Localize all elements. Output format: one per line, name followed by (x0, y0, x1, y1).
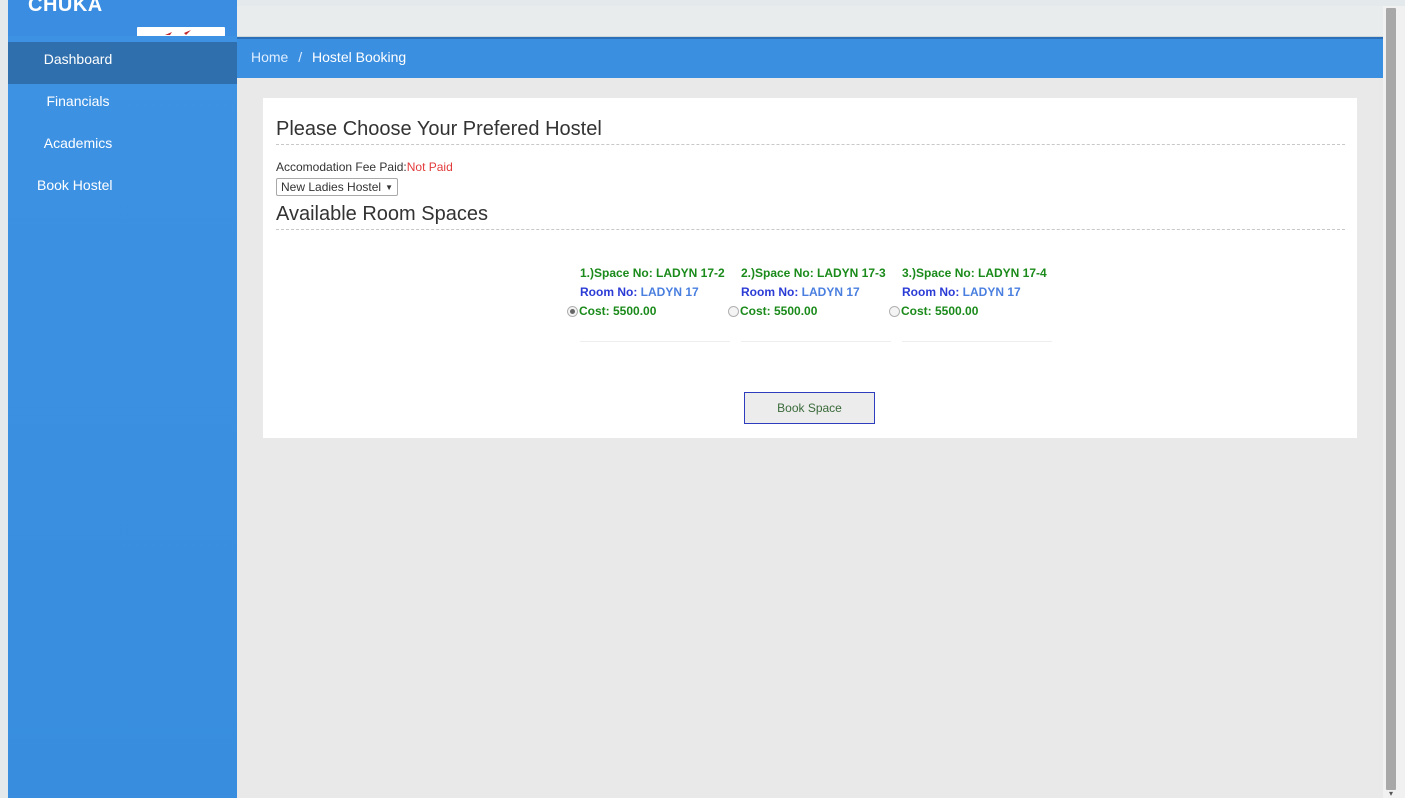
space-number: 1.)Space No: LADYN 17-2 (580, 266, 725, 280)
sidebar-item-label: Dashboard (43, 51, 113, 67)
sidebar-item-label: Academics (43, 135, 113, 151)
space-cost: Cost: 5500.00 (901, 304, 979, 318)
hostel-booking-panel: Please Choose Your Prefered Hostel Accom… (263, 98, 1357, 438)
room-label: Room No: (580, 285, 638, 299)
logo-emblem-icon (165, 30, 191, 35)
space-divider (580, 341, 730, 342)
room-value: LADYN 17 (640, 285, 699, 299)
sidebar-menu: Dashboard Financials Academics Book Host… (8, 42, 237, 210)
brand-name: CHUKA (28, 0, 103, 16)
room-value: LADYN 17 (801, 285, 860, 299)
room-number: Room No: LADYN 17 (567, 283, 717, 302)
page: CHUKA Dashboard Financials Academics Boo… (0, 0, 1405, 798)
breadcrumb-bar: Home / Hostel Booking (237, 37, 1383, 78)
fee-status-badge: Not Paid (406, 160, 453, 174)
fee-label: Accomodation Fee Paid: (276, 160, 407, 174)
spaces-divider (276, 229, 1345, 230)
title-divider (276, 144, 1345, 145)
sidebar: CHUKA Dashboard Financials Academics Boo… (8, 0, 237, 798)
cost-row: Cost: 5500.00 (889, 302, 1039, 321)
page-title: Please Choose Your Prefered Hostel (276, 118, 602, 140)
room-label: Room No: (741, 285, 799, 299)
sidebar-item-label: Financials (46, 93, 110, 109)
spaces-title: Available Room Spaces (276, 203, 488, 225)
space-cost: Cost: 5500.00 (579, 304, 657, 318)
space-number: 2.)Space No: LADYN 17-3 (741, 266, 886, 280)
breadcrumb-home-link[interactable]: Home (251, 49, 288, 65)
room-number: Room No: LADYN 17 (889, 283, 1039, 302)
space-option-3: 3.)Space No: LADYN 17-4 Room No: LADYN 1… (889, 264, 1052, 342)
book-space-button[interactable]: Book Space (744, 392, 875, 424)
space-radio[interactable] (889, 306, 900, 317)
room-number: Room No: LADYN 17 (728, 283, 878, 302)
scrollbar-thumb[interactable] (1386, 8, 1396, 790)
breadcrumb-current: Hostel Booking (312, 49, 407, 65)
brand: CHUKA (8, 0, 237, 36)
breadcrumb: Home / Hostel Booking (251, 49, 406, 65)
sidebar-item-book-hostel[interactable]: Book Hostel (8, 168, 237, 210)
fee-status-line: Accomodation Fee Paid:Not Paid (276, 160, 453, 174)
hostel-select[interactable]: New Ladies Hostel ▼ (276, 178, 398, 196)
sidebar-item-academics[interactable]: Academics (8, 126, 148, 168)
sidebar-item-dashboard[interactable]: Dashboard (8, 42, 237, 84)
hostel-select-value: New Ladies Hostel (281, 179, 382, 194)
left-edge (0, 0, 8, 798)
space-cost: Cost: 5500.00 (740, 304, 818, 318)
scroll-down-icon[interactable]: ▾ (1387, 790, 1395, 798)
space-option-2: 2.)Space No: LADYN 17-3 Room No: LADYN 1… (728, 264, 891, 342)
space-option-1: 1.)Space No: LADYN 17-2 Room No: LADYN 1… (567, 264, 730, 342)
breadcrumb-separator: / (298, 49, 303, 65)
university-logo (137, 27, 225, 36)
room-label: Room No: (902, 285, 960, 299)
sidebar-item-financials[interactable]: Financials (8, 84, 148, 126)
sidebar-item-label: Book Hostel (37, 177, 113, 193)
cost-row: Cost: 5500.00 (567, 302, 717, 321)
space-number: 3.)Space No: LADYN 17-4 (902, 266, 1047, 280)
cost-row: Cost: 5500.00 (728, 302, 878, 321)
chevron-down-icon: ▼ (385, 182, 393, 192)
space-divider (902, 341, 1052, 342)
space-radio[interactable] (567, 306, 578, 317)
space-radio[interactable] (728, 306, 739, 317)
room-value: LADYN 17 (962, 285, 1021, 299)
top-header (237, 6, 1383, 37)
space-divider (741, 341, 891, 342)
